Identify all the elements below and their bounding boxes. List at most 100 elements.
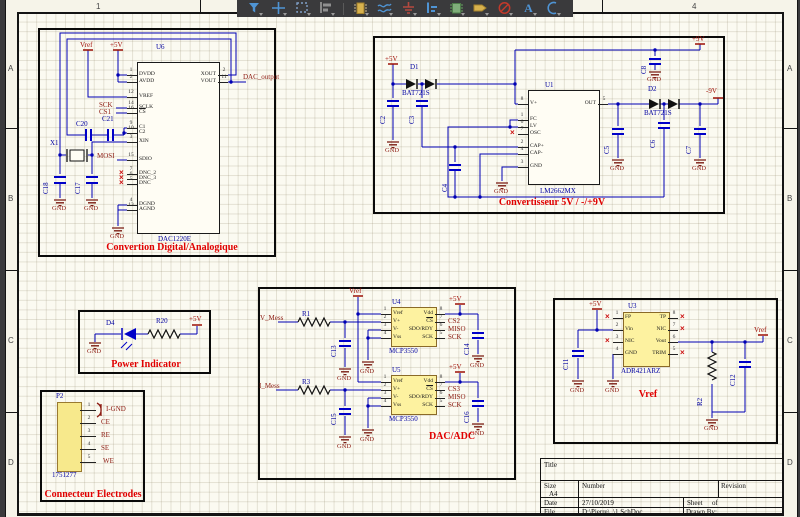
pin-stub	[435, 406, 445, 407]
toolbar: A	[237, 0, 573, 17]
pin-name: OUT	[558, 101, 596, 107]
pin-stub	[668, 342, 678, 343]
pin-number: 2	[379, 383, 391, 389]
pin-number: 5	[598, 97, 610, 103]
place-component-icon[interactable]	[449, 1, 464, 16]
label-c13: C13	[331, 345, 338, 357]
pin-number: 6	[435, 391, 447, 397]
no-erc-marker: ×	[680, 349, 685, 357]
no-erc-marker: ×	[605, 337, 610, 345]
pin-number: 2	[379, 315, 391, 321]
dac-output-net: DAC_output	[243, 74, 279, 81]
label-gnd: GND	[337, 444, 351, 451]
label-d2: D2	[648, 86, 657, 93]
p5v-port: +5V	[110, 42, 123, 49]
block-title-power-indicator: Power Indicator	[111, 360, 181, 370]
label-gnd: GND	[647, 77, 661, 84]
label-c5: C5	[604, 146, 611, 154]
place-probe-icon[interactable]	[425, 1, 440, 16]
pin-number: 1	[516, 113, 528, 119]
label-re: RE	[101, 432, 110, 439]
label-gnd: GND	[52, 206, 66, 213]
pin-name: SCK	[395, 335, 433, 341]
pin-number: 13	[125, 203, 137, 209]
block-title-convertisseur: Convertisseur 5V / -/+9V	[499, 198, 605, 208]
align-icon[interactable]	[319, 1, 334, 16]
pin-name: SDO/RDY	[395, 327, 433, 333]
pin-stub	[518, 154, 528, 155]
pin-name: C2	[139, 130, 145, 136]
place-wire-icon[interactable]	[377, 1, 392, 16]
pin-name: CS	[395, 387, 433, 393]
label-gnd: GND	[360, 369, 374, 376]
pin-name: CS	[395, 319, 433, 325]
label-lm2662mx: LM2662MX	[540, 188, 576, 195]
pin-number: 5	[80, 455, 98, 461]
pin-number: 7	[668, 323, 680, 329]
pin-stub	[127, 160, 137, 161]
pin-stub	[668, 354, 678, 355]
pin-number: 2	[218, 68, 230, 74]
pin-stub	[518, 167, 528, 168]
pin-number: 5	[125, 177, 137, 183]
place-no-erc-icon[interactable]	[497, 1, 512, 16]
pin-number: 2	[611, 323, 623, 329]
place-part-icon[interactable]	[353, 1, 368, 16]
label-miso: MISO	[448, 394, 466, 401]
pin-stub	[218, 82, 228, 83]
pin-number: 6	[668, 335, 680, 341]
label-gnd: GND	[470, 363, 484, 370]
pin-name: DVDD	[139, 72, 155, 78]
components-layer: Vref+5VU6DAC_outputSCKCS1MOSIC20C21X1C18…	[0, 0, 800, 517]
pin-stub	[127, 97, 137, 98]
pin-name: TP	[628, 315, 666, 321]
pin-number: 8	[435, 307, 447, 313]
component-p2[interactable]	[57, 402, 82, 472]
place-arc-icon[interactable]	[545, 1, 560, 16]
pin-number: 1	[611, 311, 623, 317]
toolbar-separator	[343, 3, 344, 15]
pin-stub	[127, 210, 137, 211]
label-c14: C14	[464, 343, 471, 355]
label-c7: C7	[686, 146, 693, 154]
pin-name: SDO/RDY	[395, 395, 433, 401]
pin-name: AGND	[139, 207, 155, 213]
pin-stub	[80, 462, 96, 463]
filter-icon[interactable]	[247, 1, 262, 16]
pin-number: 2	[125, 75, 137, 81]
label-r1: R1	[302, 311, 310, 318]
pin-number: 6	[435, 323, 447, 329]
label-x1: X1	[50, 140, 59, 147]
crosshair-icon[interactable]	[271, 1, 286, 16]
pin-number: 1	[379, 307, 391, 313]
label-gnd: GND	[385, 148, 399, 155]
place-net-label-icon[interactable]	[473, 1, 488, 16]
pin-number: 4	[516, 147, 528, 153]
select-region-icon[interactable]	[295, 1, 310, 16]
label-v-mess: V_Mess	[260, 315, 283, 322]
label-vref: Vref	[349, 288, 361, 295]
place-text-icon[interactable]: A	[521, 1, 536, 16]
date-label: Date	[544, 499, 557, 507]
no-erc-marker: ×	[680, 325, 685, 333]
label-c18: C18	[43, 182, 50, 194]
label-u1: U1	[545, 82, 554, 89]
label-u5: U5	[392, 367, 401, 374]
revision-label: Revision	[721, 482, 746, 490]
pin-number: 3	[379, 323, 391, 329]
label-c16: C16	[464, 411, 471, 423]
size-value: A4	[549, 490, 558, 498]
label-r2: R2	[697, 398, 704, 406]
no-erc-marker: ×	[119, 179, 124, 187]
place-power-port-icon[interactable]	[401, 1, 416, 16]
label-c12: C12	[730, 374, 737, 386]
pin-number: 4	[80, 442, 98, 448]
label-c20: C20	[76, 121, 88, 128]
pin-name: FC	[530, 117, 537, 123]
pin-stub	[127, 184, 137, 185]
pin-number: 6	[516, 120, 528, 126]
label--5v: +5V	[385, 56, 398, 63]
label-d1: D1	[410, 64, 419, 71]
pin-number: 3	[125, 135, 137, 141]
pin-stub	[613, 330, 623, 331]
